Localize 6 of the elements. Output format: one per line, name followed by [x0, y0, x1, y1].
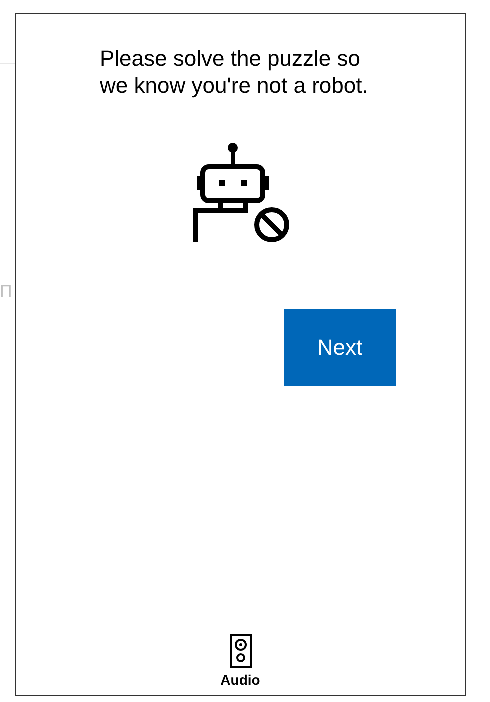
next-button[interactable]: Next	[284, 309, 396, 386]
speaker-icon	[230, 634, 252, 668]
audio-button[interactable]: Audio	[220, 634, 260, 688]
robot-blocked-icon	[191, 141, 291, 243]
prompt-text: Please solve the puzzle so we know you're not a robot.	[100, 45, 370, 99]
background-text: П	[0, 282, 14, 302]
